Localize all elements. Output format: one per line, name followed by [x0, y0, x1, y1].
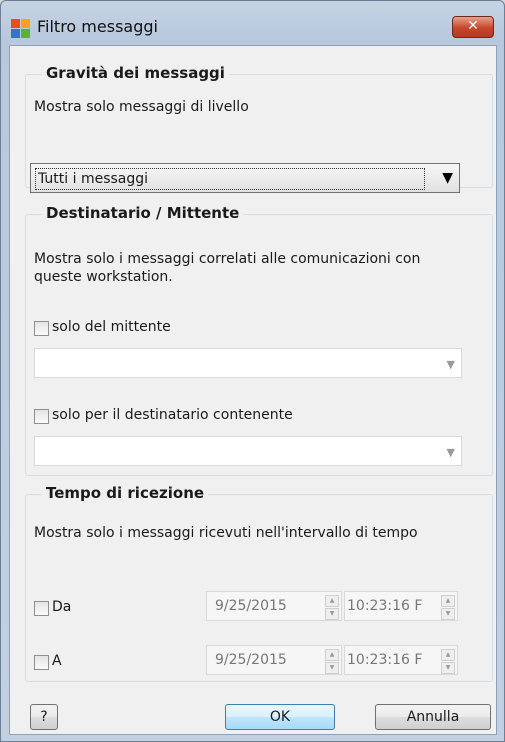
- severity-dropdown[interactable]: Tutti i messaggi ▼: [30, 163, 460, 193]
- severity-selected-value: Tutti i messaggi: [35, 168, 425, 190]
- spin-up-icon[interactable]: ▲: [441, 595, 455, 607]
- avg-logo-icon: [11, 19, 30, 38]
- sender-combo-value: [39, 353, 427, 373]
- to-time-spinner[interactable]: ▲ ▼: [441, 649, 455, 674]
- chevron-down-icon: ▼: [442, 170, 453, 186]
- recipient-group: Destinatario / Mittente Mostra solo i me…: [25, 204, 493, 476]
- dialog-window: Filtro messaggi ✕ Gravità dei messaggi M…: [0, 0, 505, 742]
- to-date-spinner[interactable]: ▲ ▼: [325, 649, 339, 674]
- sender-checkbox-label[interactable]: solo del mittente: [52, 319, 171, 335]
- recipient-description-line1: Mostra solo i messaggi correlati alle co…: [34, 251, 421, 267]
- from-time-picker[interactable]: 10:23:16 F ▲ ▼: [344, 591, 458, 621]
- to-time-value: 10:23:16 F: [347, 652, 423, 668]
- time-description: Mostra solo i messaggi ricevuti nell'int…: [34, 525, 418, 541]
- close-icon: ✕: [467, 18, 479, 34]
- recipient-checkbox-label[interactable]: solo per il destinatario contenente: [52, 407, 293, 423]
- from-checkbox[interactable]: [34, 601, 49, 616]
- spin-down-icon[interactable]: ▼: [325, 662, 339, 674]
- from-date-picker[interactable]: 9/25/2015 ▲ ▼: [206, 591, 342, 621]
- recipient-group-title: Destinatario / Mittente: [42, 204, 244, 222]
- to-date-value: 9/25/2015: [215, 652, 287, 668]
- recipient-combo-value: [39, 441, 427, 461]
- from-time-spinner[interactable]: ▲ ▼: [441, 595, 455, 620]
- to-date-picker[interactable]: 9/25/2015 ▲ ▼: [206, 645, 342, 675]
- window-title: Filtro messaggi: [37, 17, 158, 36]
- ok-button[interactable]: OK: [225, 704, 335, 730]
- spin-down-icon[interactable]: ▼: [441, 608, 455, 620]
- dialog-client-area: Gravità dei messaggi Mostra solo messagg…: [9, 45, 497, 735]
- time-group-title: Tempo di ricezione: [42, 484, 209, 502]
- from-checkbox-label[interactable]: Da: [52, 599, 71, 615]
- recipient-checkbox[interactable]: [34, 409, 49, 424]
- spin-down-icon[interactable]: ▼: [325, 608, 339, 620]
- severity-group: Gravità dei messaggi Mostra solo messagg…: [25, 64, 493, 193]
- to-checkbox-label[interactable]: A: [52, 653, 62, 669]
- from-date-value: 9/25/2015: [215, 598, 287, 614]
- cancel-button[interactable]: Annulla: [375, 704, 491, 730]
- severity-description: Mostra solo messaggi di livello: [34, 99, 249, 115]
- severity-group-title: Gravità dei messaggi: [42, 64, 229, 82]
- to-time-picker[interactable]: 10:23:16 F ▲ ▼: [344, 645, 458, 675]
- chevron-down-icon: ▼: [446, 358, 455, 371]
- from-time-value: 10:23:16 F: [347, 598, 423, 614]
- close-button[interactable]: ✕: [452, 16, 494, 38]
- title-bar[interactable]: Filtro messaggi ✕: [1, 1, 504, 45]
- time-group: Tempo di ricezione Mostra solo i messagg…: [25, 484, 493, 682]
- spin-up-icon[interactable]: ▲: [441, 649, 455, 661]
- spin-down-icon[interactable]: ▼: [441, 662, 455, 674]
- sender-combo[interactable]: ▼: [34, 348, 462, 378]
- spin-up-icon[interactable]: ▲: [325, 595, 339, 607]
- recipient-description-line2: queste workstation.: [34, 269, 173, 285]
- chevron-down-icon: ▼: [446, 446, 455, 459]
- recipient-combo[interactable]: ▼: [34, 436, 462, 466]
- from-date-spinner[interactable]: ▲ ▼: [325, 595, 339, 620]
- sender-checkbox[interactable]: [34, 321, 49, 336]
- help-button[interactable]: ?: [30, 704, 58, 730]
- to-checkbox[interactable]: [34, 655, 49, 670]
- spin-up-icon[interactable]: ▲: [325, 649, 339, 661]
